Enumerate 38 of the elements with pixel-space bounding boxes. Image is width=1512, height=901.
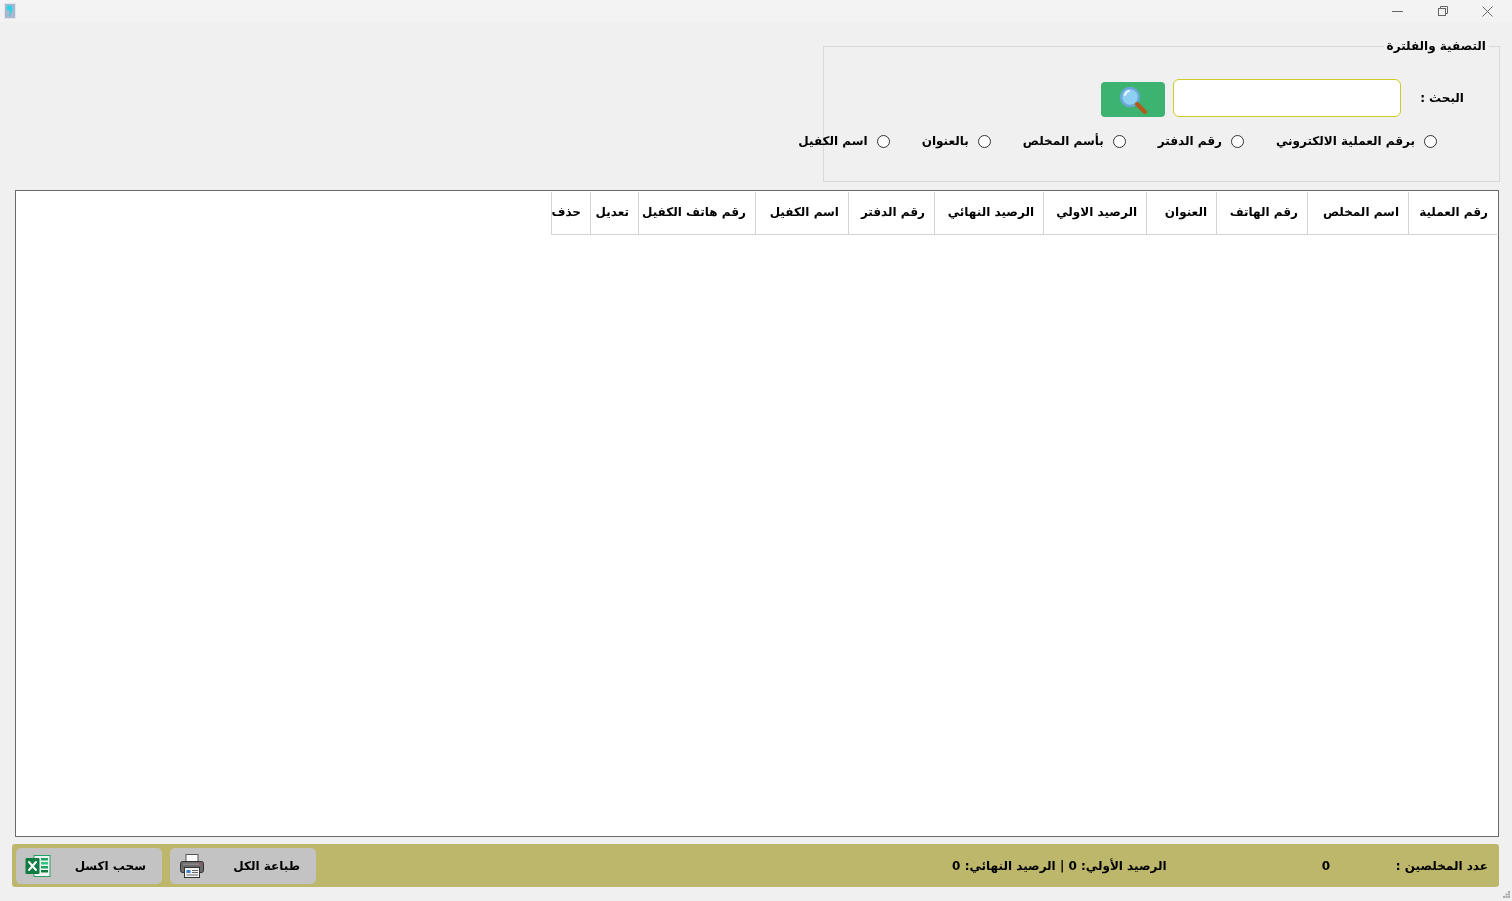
- radio-button[interactable]: [1424, 134, 1437, 148]
- count-label: عدد المخلصين :: [1395, 858, 1488, 873]
- column-header: رقم الهاتف: [1216, 192, 1307, 235]
- column-header: اسم المخلص: [1307, 192, 1408, 235]
- search-button[interactable]: [1101, 82, 1166, 117]
- radio-label: بأسم المخلص: [1022, 133, 1104, 149]
- radio-button[interactable]: [1230, 134, 1244, 148]
- minimize-icon[interactable]: [1392, 10, 1403, 12]
- search-field[interactable]: [1173, 79, 1402, 117]
- radio-label: بالعنوان: [921, 133, 969, 149]
- radio-label: اسم الكفيل: [798, 133, 868, 149]
- search-icon: [1118, 84, 1149, 115]
- column-header: الرصيد الاولي: [1043, 192, 1146, 235]
- radio-button[interactable]: [876, 134, 890, 148]
- column-header: الرصيد النهائي: [934, 192, 1043, 235]
- radio-button[interactable]: [977, 134, 991, 148]
- count-value: 0: [1321, 858, 1330, 873]
- column-header: رقم العملية: [1408, 192, 1497, 235]
- column-header: اسم الكفيل: [755, 192, 848, 235]
- column-header: تعديل: [590, 192, 638, 235]
- print-button[interactable]: طباعة الكل: [170, 847, 316, 884]
- printer-icon: [179, 852, 205, 879]
- radio-label: برقم العملية الالكتروني: [1275, 133, 1415, 149]
- column-header: العنوان: [1146, 192, 1216, 235]
- restore-icon[interactable]: [1437, 6, 1448, 16]
- spreadsheet-icon: [25, 853, 51, 878]
- column-header: حذف: [551, 192, 590, 235]
- column-header: رقم الدفتر: [848, 192, 934, 235]
- export-button[interactable]: سحب اكسل: [16, 847, 162, 884]
- resize-grip-icon[interactable]: [1503, 891, 1510, 898]
- group-title: التصفية والفلترة: [1383, 38, 1489, 54]
- radio-button[interactable]: [1112, 134, 1126, 148]
- balance-totals: الرصيد الأولي: 0 | الرصيد النهائي: 0: [952, 858, 1167, 873]
- close-icon[interactable]: [1482, 5, 1493, 17]
- radio-label: رقم الدفتر: [1157, 133, 1222, 149]
- app-icon: [4, 3, 16, 19]
- search-label: البحث :: [1420, 91, 1464, 105]
- column-header: رقم هاتف الكفيل: [638, 192, 755, 235]
